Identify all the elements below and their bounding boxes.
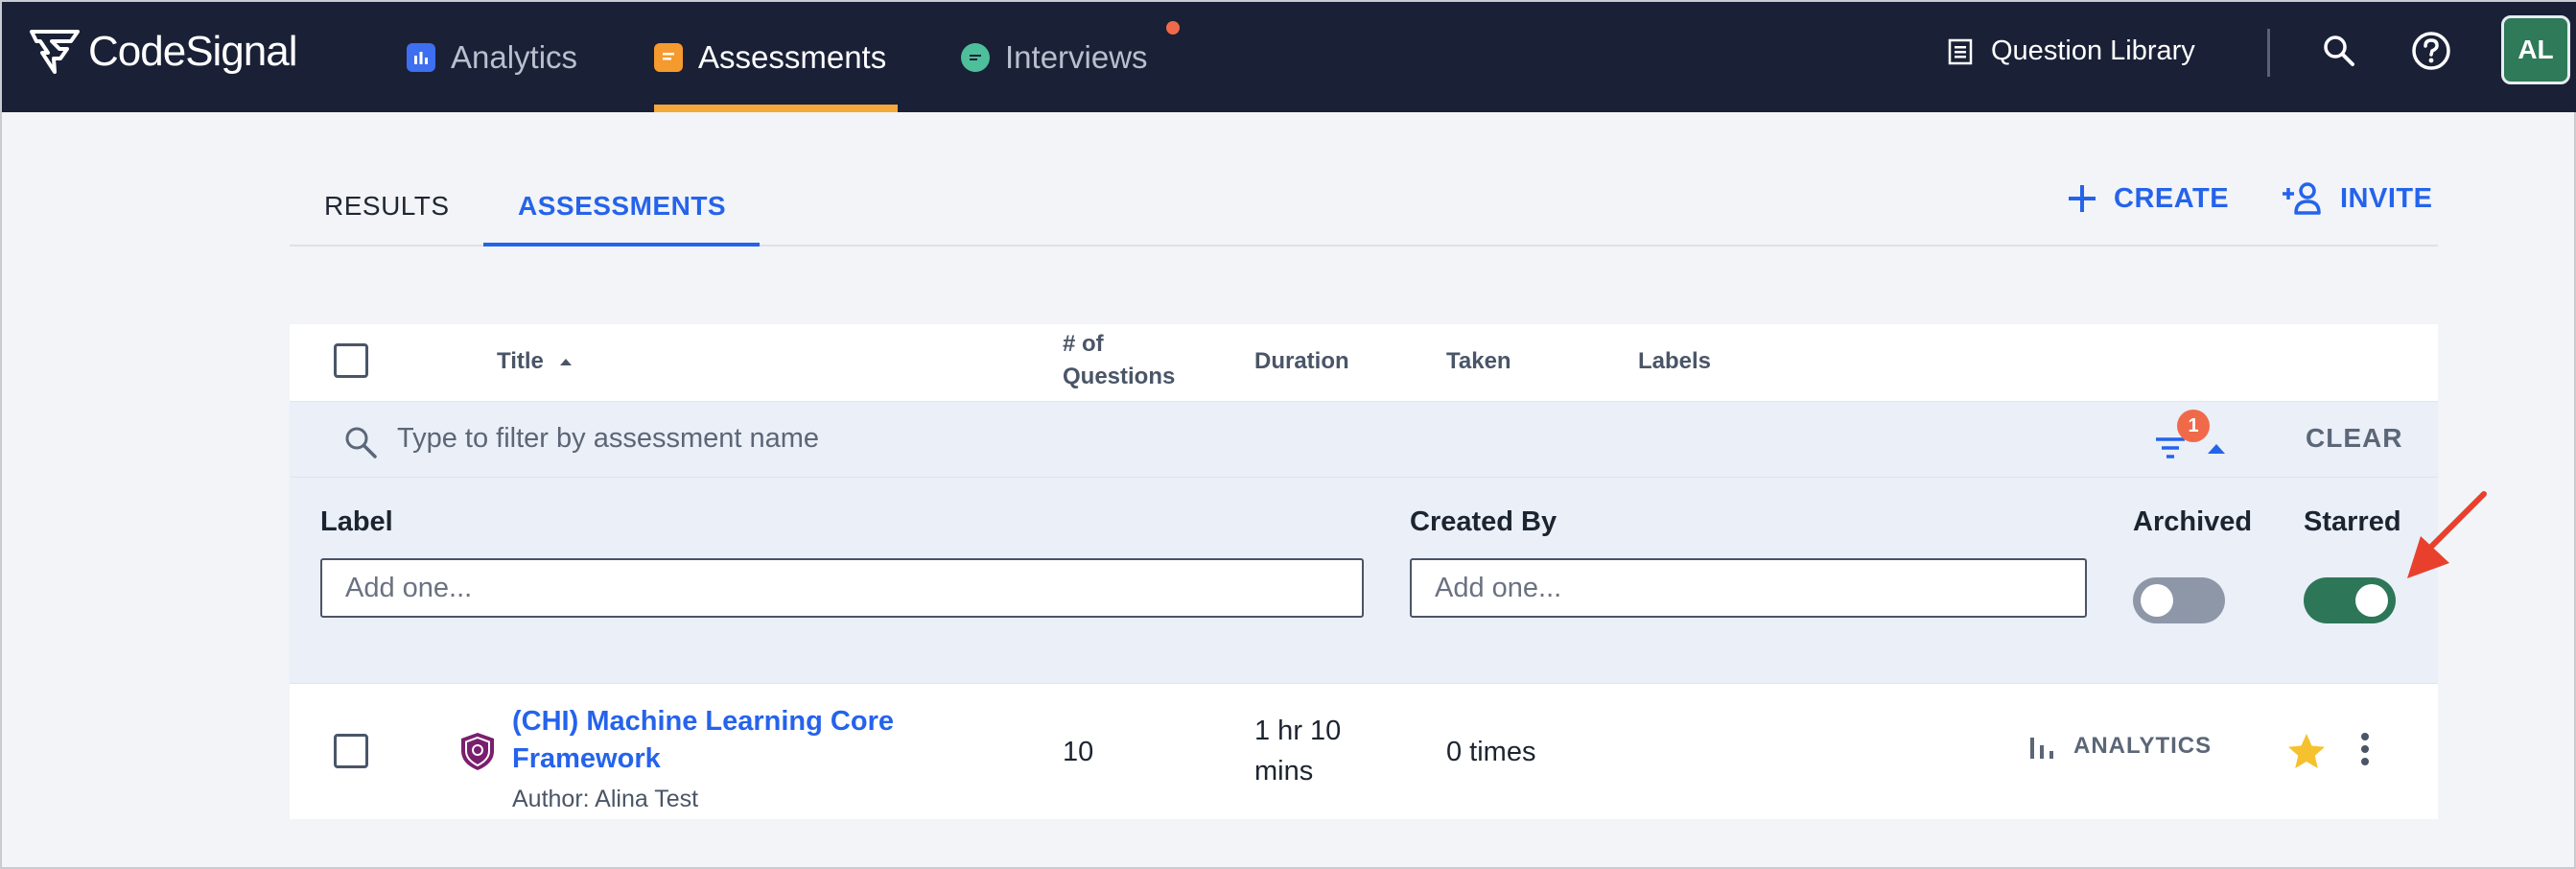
chat-icon (961, 42, 990, 72)
starred-filter-title: Starred (2304, 506, 2401, 537)
questions-header-line2: Questions (1063, 364, 1176, 389)
select-all-checkbox[interactable] (334, 343, 368, 378)
clear-filters-button[interactable]: CLEAR (2306, 423, 2402, 454)
duration-value: 1 hr 10 mins (1254, 711, 1341, 791)
create-label: CREATE (2114, 182, 2230, 214)
duration-column-header: Duration (1254, 348, 1349, 374)
duration-line1: 1 hr 10 (1254, 716, 1342, 746)
filter-icon (2156, 437, 2185, 458)
bar-chart-icon (407, 42, 435, 72)
archived-filter-title: Archived (2133, 506, 2253, 537)
assessment-name-filter-input[interactable]: Type to filter by assessment name (397, 423, 819, 455)
search-icon (345, 427, 377, 458)
user-avatar[interactable]: AL (2501, 15, 2570, 84)
title-column-label: Title (497, 348, 544, 374)
taken-count: 0 times (1446, 737, 1536, 767)
invite-label: INVITE (2340, 182, 2433, 214)
nav-analytics-label: Analytics (451, 38, 578, 75)
help-icon (2412, 32, 2450, 70)
toggle-knob (2141, 584, 2173, 617)
nav-active-underline (654, 105, 898, 112)
nav-analytics[interactable]: Analytics (407, 2, 577, 112)
question-count: 10 (1063, 737, 1094, 767)
codesignal-logo[interactable]: CodeSignal (29, 23, 297, 81)
row-analytics-button[interactable]: ANALYTICS (2027, 732, 2212, 761)
document-icon (654, 42, 683, 72)
question-library-label: Question Library (1991, 35, 2195, 66)
row-select-checkbox[interactable] (334, 734, 368, 768)
toggle-knob (2355, 584, 2388, 617)
title-column-header[interactable]: Title (497, 345, 574, 378)
tab-results[interactable]: RESULTS (324, 165, 450, 247)
sort-ascending-icon (559, 359, 572, 365)
archived-toggle[interactable] (2133, 577, 2225, 623)
label-filter-input[interactable]: Add one... (320, 558, 1364, 618)
table-row[interactable]: (CHI) Machine Learning Core Framework Au… (290, 683, 2438, 819)
help-button[interactable] (2407, 27, 2455, 75)
add-user-icon (2283, 182, 2321, 215)
nav-assessments-label: Assessments (698, 38, 887, 75)
invite-button[interactable]: INVITE (2281, 175, 2432, 223)
annotation-arrow-icon (2407, 491, 2487, 578)
notification-dot (1166, 21, 1180, 35)
logo-text: CodeSignal (88, 28, 297, 75)
search-button[interactable] (2315, 27, 2363, 75)
plus-icon (2069, 185, 2096, 212)
tab-active-underline (483, 243, 760, 247)
book-icon (1948, 38, 1973, 64)
duration-line2: mins (1254, 756, 1314, 787)
nav-interviews-label: Interviews (1005, 38, 1148, 75)
labels-column-header: Labels (1638, 348, 1712, 374)
star-icon[interactable] (2286, 732, 2327, 770)
filter-panel: Label Add one... Created By Add one... A… (290, 478, 2438, 683)
table-header: Title # of Questions Duration Taken Labe… (290, 324, 2438, 401)
search-icon (2324, 35, 2354, 66)
filter-count-badge: 1 (2177, 410, 2210, 442)
assessment-author: Author: Alina Test (512, 786, 699, 812)
row-analytics-label: ANALYTICS (2073, 733, 2213, 759)
questions-header-line1: # of (1063, 331, 1104, 357)
top-navigation-bar: CodeSignal Analytics Assessments Intervi… (2, 2, 2576, 112)
taken-column-header: Taken (1446, 348, 1511, 374)
more-options-icon[interactable] (2355, 730, 2375, 768)
nav-divider (2267, 29, 2270, 77)
questions-column-header: # of Questions (1063, 328, 1175, 393)
question-library-link[interactable]: Question Library (1947, 2, 2195, 101)
chevron-up-icon (2208, 444, 2225, 454)
codesignal-logo-icon (30, 30, 80, 74)
created-by-filter-input[interactable]: Add one... (1410, 558, 2087, 618)
tab-assessments[interactable]: ASSESSMENTS (518, 165, 726, 247)
bar-chart-icon (2030, 738, 2053, 759)
created-by-filter-title: Created By (1410, 506, 1557, 537)
certified-shield-icon (461, 733, 494, 770)
nav-interviews[interactable]: Interviews (961, 2, 1148, 112)
assessment-title-link[interactable]: (CHI) Machine Learning Core Framework (512, 703, 953, 778)
label-filter-title: Label (320, 506, 393, 537)
assessments-table: Title # of Questions Duration Taken Labe… (290, 324, 2438, 819)
nav-assessments[interactable]: Assessments (654, 2, 886, 112)
create-button[interactable]: CREATE (2066, 175, 2229, 223)
filter-bar: Type to filter by assessment name 1 CLEA… (290, 401, 2438, 478)
starred-toggle[interactable] (2304, 577, 2396, 623)
